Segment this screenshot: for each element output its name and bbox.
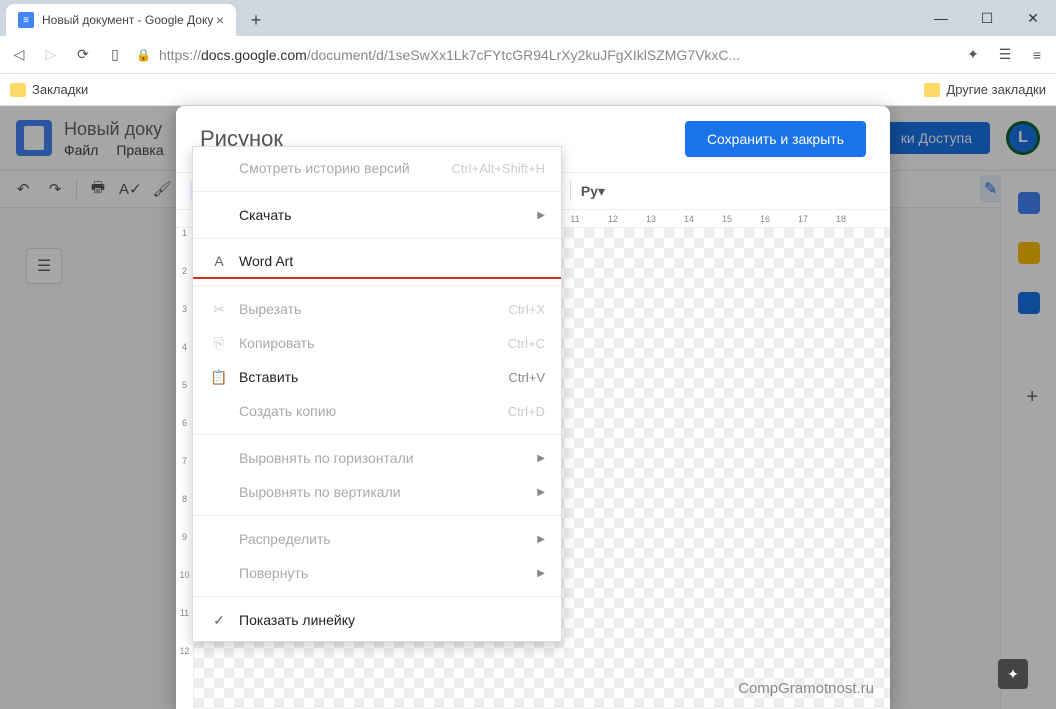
menu-align-horizontal: Выровнять по горизонтали ▶: [193, 441, 561, 475]
maximize-button[interactable]: ☐: [964, 0, 1010, 36]
cut-icon: ✂: [209, 301, 229, 318]
save-and-close-button[interactable]: Сохранить и закрыть: [685, 121, 866, 157]
bookmark-icon[interactable]: ▯: [104, 44, 126, 66]
menu-download[interactable]: Скачать ▶: [193, 198, 561, 232]
copy-icon: ⎘: [209, 335, 229, 352]
menu-duplicate: Создать копию Ctrl+D: [193, 394, 561, 428]
close-button[interactable]: ✕: [1010, 0, 1056, 36]
window-controls: — ☐ ✕: [918, 0, 1056, 36]
reading-list-icon[interactable]: ☰: [994, 44, 1016, 66]
menu-icon[interactable]: ≡: [1026, 44, 1048, 66]
wordart-icon: A: [209, 253, 229, 269]
explore-button[interactable]: ✦: [998, 659, 1028, 689]
chevron-right-icon: ▶: [537, 487, 545, 498]
drawing-dialog: Рисунок Сохранить и закрыть Действия ↶ ↷…: [176, 106, 890, 709]
tab-title: Новый документ - Google Доку: [42, 13, 213, 27]
drawing-toolbar: Действия ↶ ↷ 🔍▾ ↖ ╲▾ ◯▾ ⊡ 🖼 Py▾ Смотреть…: [176, 172, 890, 210]
check-icon: ✓: [209, 612, 229, 629]
chevron-right-icon: ▶: [537, 453, 545, 464]
close-tab-icon[interactable]: ×: [216, 12, 224, 28]
menu-wordart[interactable]: A Word Art: [193, 245, 561, 279]
menu-rotate: Повернуть ▶: [193, 556, 561, 590]
menu-paste[interactable]: 📋 Вставить Ctrl+V: [193, 360, 561, 394]
menu-version-history: Смотреть историю версий Ctrl+Alt+Shift+H: [193, 151, 561, 185]
forward-button[interactable]: ▷: [40, 44, 62, 66]
chevron-right-icon: ▶: [537, 568, 545, 579]
lock-icon: 🔒: [136, 48, 151, 62]
browser-tabbar: ≡ Новый документ - Google Доку × + — ☐ ✕: [0, 0, 1056, 36]
reload-button[interactable]: ⟳: [72, 44, 94, 66]
extensions-icon[interactable]: ✦: [962, 44, 984, 66]
actions-menu: Смотреть историю версий Ctrl+Alt+Shift+H…: [192, 146, 562, 642]
menu-show-ruler[interactable]: ✓ Показать линейку: [193, 603, 561, 637]
menu-copy: ⎘ Копировать Ctrl+C: [193, 326, 561, 360]
address-bar: ◁ ▷ ⟳ ▯ 🔒 https://docs.google.com/docume…: [0, 36, 1056, 74]
new-tab-button[interactable]: +: [242, 6, 270, 34]
paste-icon: 📋: [209, 369, 229, 386]
other-bookmarks[interactable]: Другие закладки: [946, 82, 1046, 97]
menu-distribute: Распределить ▶: [193, 522, 561, 556]
more-icon[interactable]: Py▾: [581, 179, 605, 203]
back-button[interactable]: ◁: [8, 44, 30, 66]
browser-tab[interactable]: ≡ Новый документ - Google Доку ×: [6, 4, 236, 36]
menu-cut: ✂ Вырезать Ctrl+X: [193, 292, 561, 326]
folder-icon: [924, 83, 940, 97]
bookmarks-label[interactable]: Закладки: [32, 82, 88, 97]
docs-favicon: ≡: [18, 12, 34, 28]
url-field[interactable]: 🔒 https://docs.google.com/document/d/1se…: [136, 47, 952, 63]
minimize-button[interactable]: —: [918, 0, 964, 36]
bookmarks-bar: Закладки Другие закладки: [0, 74, 1056, 106]
chevron-right-icon: ▶: [537, 210, 545, 221]
menu-align-vertical: Выровнять по вертикали ▶: [193, 475, 561, 509]
folder-icon: [10, 83, 26, 97]
chevron-right-icon: ▶: [537, 534, 545, 545]
watermark: CompGramotnost.ru: [738, 680, 874, 697]
